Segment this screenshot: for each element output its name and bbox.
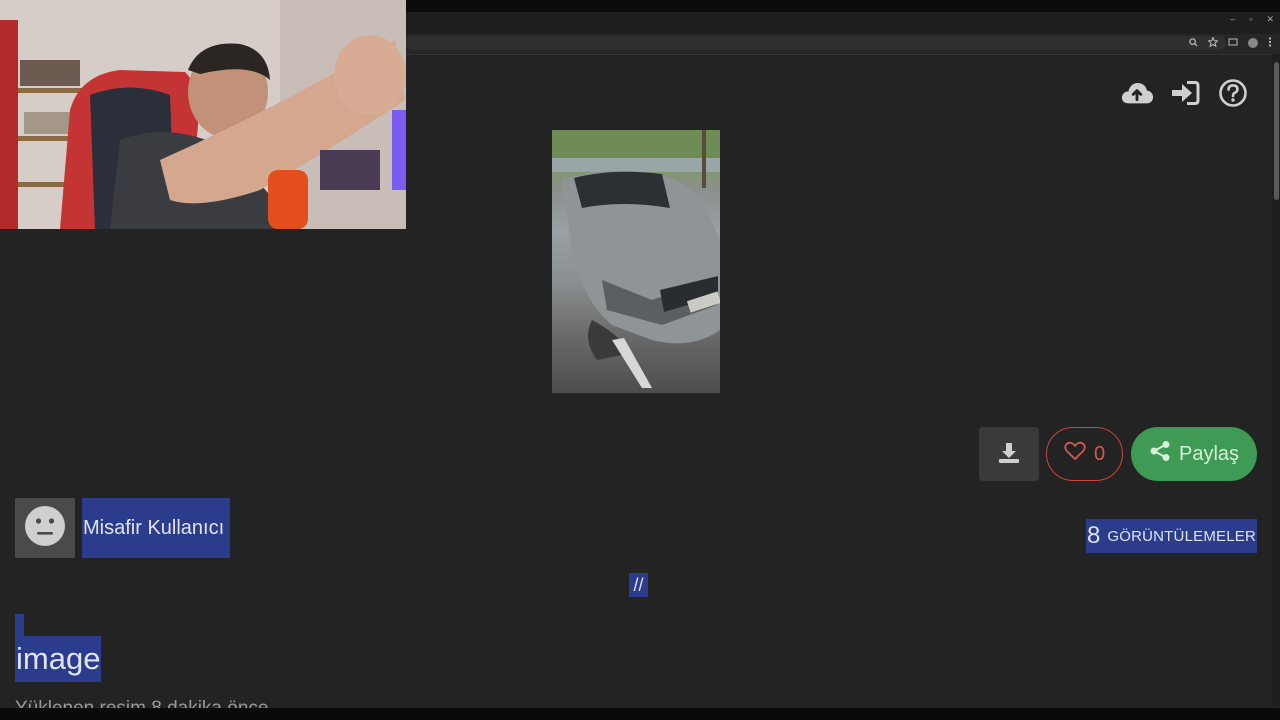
share-label: Paylaş [1178,442,1240,465]
bottom-bar [0,708,1280,720]
views-counter: 8 GÖRÜNTÜLEMELER [1085,519,1257,553]
share-button[interactable]: Paylaş [1131,427,1257,481]
user-name-link[interactable]: Misafir Kullanıcı [82,498,231,558]
share-icon [1149,440,1171,468]
webcam-overlay [0,0,406,229]
separator-text: // [629,573,648,597]
window-controls: – ▫ ✕ [1230,14,1274,25]
scrollbar-thumb[interactable] [1274,62,1279,200]
uploaded-image[interactable] [552,130,720,393]
like-button[interactable]: 0 [1046,427,1123,481]
minimize-button[interactable]: – [1230,14,1235,25]
views-label: GÖRÜNTÜLEMELER [1107,527,1256,545]
cloud-upload-icon[interactable] [1120,78,1154,108]
header-actions [1120,78,1250,108]
bookmark-star-icon[interactable] [1207,36,1219,49]
address-bar[interactable] [406,36,1226,50]
close-window-button[interactable]: ✕ [1266,14,1274,25]
zoom-icon[interactable] [1189,37,1198,49]
like-count: 0 [1093,442,1106,465]
profile-avatar-icon[interactable] [1248,38,1258,48]
maximize-button[interactable]: ▫ [1249,14,1252,25]
heart-icon [1064,441,1086,467]
sign-in-icon[interactable] [1168,78,1202,108]
avatar[interactable] [15,498,75,558]
extension-icon[interactable] [1228,37,1238,49]
views-count: 8 [1086,522,1101,549]
help-icon[interactable] [1216,78,1250,108]
download-button[interactable] [979,427,1039,481]
download-icon [998,441,1020,468]
image-title: image [15,636,102,682]
toolbar-icons [1189,36,1272,49]
browser-menu-icon[interactable] [1268,37,1272,49]
neutral-face-icon [24,505,66,552]
selection-highlight [15,614,24,636]
